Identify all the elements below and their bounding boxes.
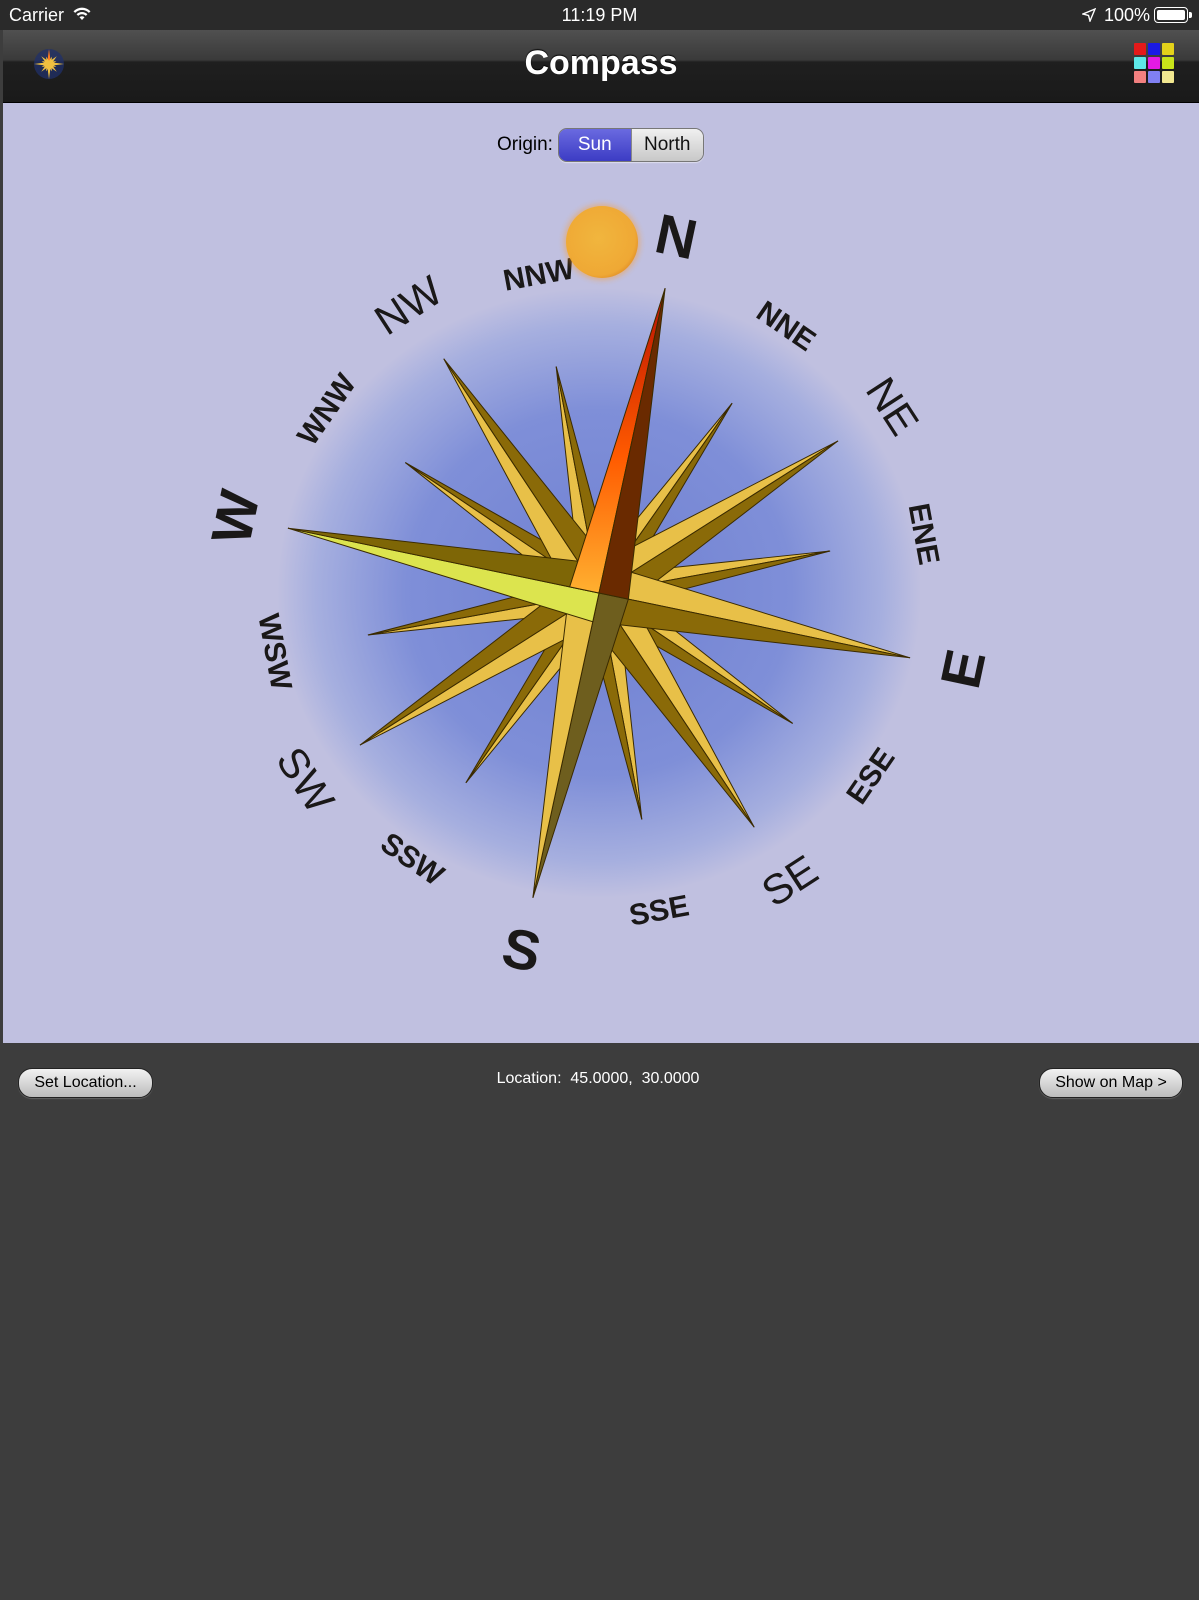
battery-icon xyxy=(1154,7,1192,23)
origin-north-segment[interactable]: North xyxy=(630,129,703,161)
palette-swatch xyxy=(1162,71,1174,83)
location-readout: Location: 45.0000, 30.0000 xyxy=(496,1070,700,1087)
page-title: Compass xyxy=(524,44,678,82)
compass-view: N NNE NE ENE E ESE SE SSE S SSW SW WSW W WNW NW NNW Ori… xyxy=(3,103,1199,1043)
palette-swatch xyxy=(1134,71,1146,83)
origin-segmented-control[interactable]: Sun North xyxy=(558,128,704,162)
location-arrow-icon xyxy=(1080,6,1097,27)
palette-swatch xyxy=(1162,57,1174,69)
palette-swatch xyxy=(1148,57,1160,69)
origin-label: Origin: xyxy=(497,134,553,155)
palette-swatch xyxy=(1148,43,1160,55)
clock: 11:19 PM xyxy=(561,5,638,25)
direction-label-n: N xyxy=(650,201,703,271)
direction-label-e: E xyxy=(928,644,997,694)
direction-label-s: S xyxy=(497,915,547,984)
palette-swatch xyxy=(1134,57,1146,69)
origin-sun-segment[interactable]: Sun xyxy=(559,129,631,161)
palette-swatch xyxy=(1148,71,1160,83)
battery-percentage: 100% xyxy=(1104,5,1151,25)
bottom-panel: Set Location... Location: 45.0000, 30.00… xyxy=(3,1043,1199,1600)
status-bar: Carrier 11:19 PM 100% xyxy=(0,0,1199,30)
direction-label-w: W xyxy=(199,485,272,550)
sun-icon xyxy=(564,204,640,280)
palette-swatch xyxy=(1134,43,1146,55)
show-on-map-button[interactable]: Show on Map > xyxy=(1039,1068,1183,1098)
navigation-bar: Compass xyxy=(3,30,1199,103)
color-palette-grid-icon[interactable] xyxy=(1134,43,1178,87)
compass-rose[interactable]: NNNENEENEEESESESSESSSWSWWSWWWNWNW NNW xyxy=(3,103,1199,1043)
direction-label-se: SE xyxy=(753,846,826,916)
palette-swatch xyxy=(1162,43,1174,55)
